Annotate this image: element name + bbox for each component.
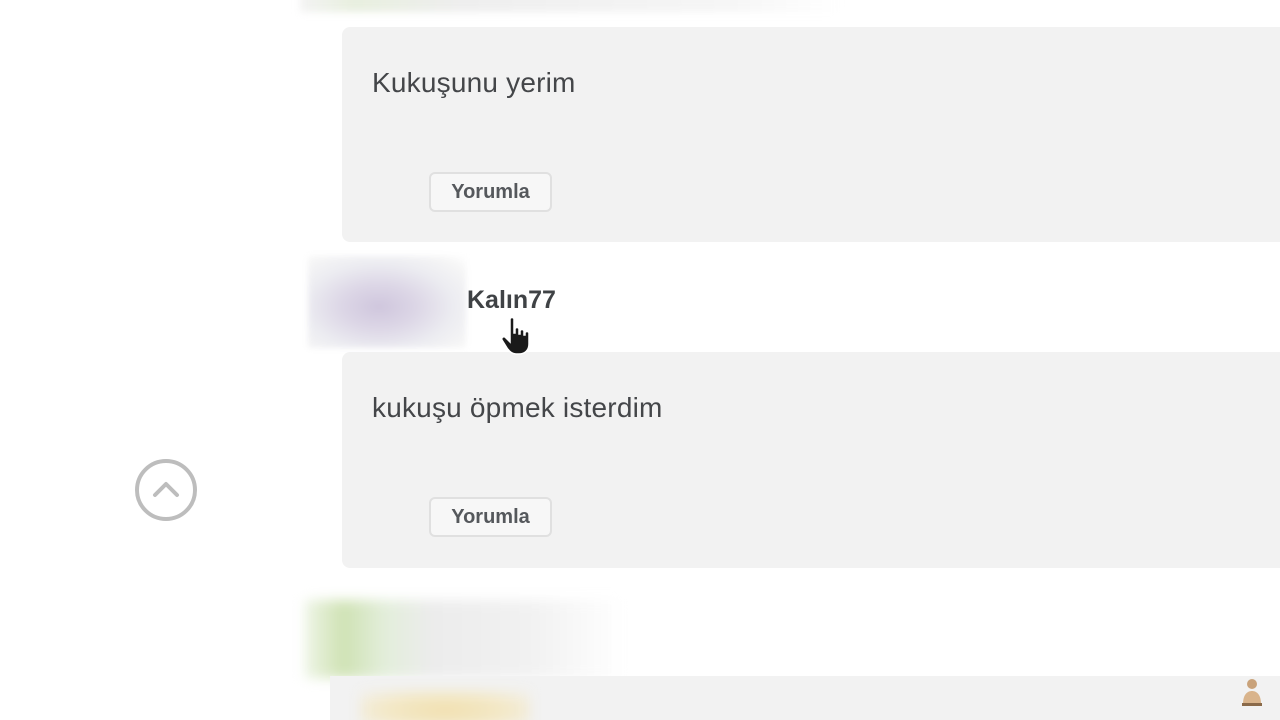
reply-button[interactable]: Yorumla	[429, 172, 552, 212]
comment-text: Kukuşunu yerim	[372, 67, 576, 98]
comment-text: kukuşu öpmek isterdim	[372, 392, 663, 423]
author-name[interactable]: Kalın77	[467, 286, 556, 315]
comments-page: Kukuşunu yerim Yorumla Kalın77 kukuşu öp…	[0, 0, 1280, 720]
scroll-to-top-button[interactable]	[135, 459, 197, 521]
avatar[interactable]	[308, 256, 466, 348]
reply-button[interactable]: Yorumla	[429, 497, 552, 537]
next-comment-avatar-blurred	[305, 600, 625, 678]
hand-pointer-icon	[501, 316, 530, 355]
chevron-up-icon	[153, 482, 179, 497]
previous-content-blurred	[300, 0, 840, 12]
person-icon	[1242, 679, 1262, 706]
next-comment-content-blurred	[360, 690, 530, 720]
comment-card: kukuşu öpmek isterdim Yorumla	[342, 352, 1280, 568]
comment-card: Kukuşunu yerim Yorumla	[342, 27, 1280, 242]
